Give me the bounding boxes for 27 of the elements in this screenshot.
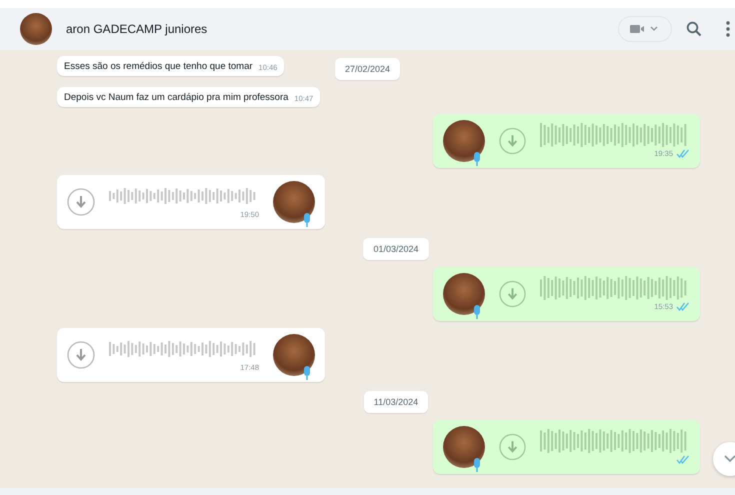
contact-name[interactable]: aron GADECAMP juniores xyxy=(66,22,208,36)
video-call-button[interactable] xyxy=(618,16,672,42)
microphone-icon xyxy=(303,213,311,227)
sender-avatar xyxy=(273,181,315,223)
microphone-icon xyxy=(473,305,481,319)
download-icon[interactable] xyxy=(499,127,526,155)
microphone-icon xyxy=(473,152,481,166)
microphone-icon xyxy=(473,458,481,472)
microphone-icon xyxy=(303,366,311,380)
message-text: Depois vc Naum faz um cardápio pra mim professora xyxy=(64,92,288,103)
sender-avatar xyxy=(443,120,485,162)
menu-icon[interactable] xyxy=(726,21,730,37)
sender-avatar xyxy=(443,426,485,468)
sender-avatar xyxy=(273,334,315,376)
message-text: Esses são os remédios que tenho que tomar xyxy=(64,61,253,72)
date-label: 27/02/2024 xyxy=(334,58,400,80)
search-icon[interactable] xyxy=(686,21,702,37)
download-icon[interactable] xyxy=(67,341,95,369)
download-icon[interactable] xyxy=(499,280,526,308)
contact-avatar[interactable] xyxy=(20,13,52,45)
sender-avatar xyxy=(443,273,485,315)
date-label: 01/03/2024 xyxy=(363,238,429,260)
chevron-down-icon xyxy=(724,455,735,463)
date-label: 11/03/2024 xyxy=(364,391,428,413)
video-camera-icon xyxy=(630,23,660,35)
download-icon[interactable] xyxy=(499,433,526,461)
download-icon[interactable] xyxy=(67,188,95,216)
